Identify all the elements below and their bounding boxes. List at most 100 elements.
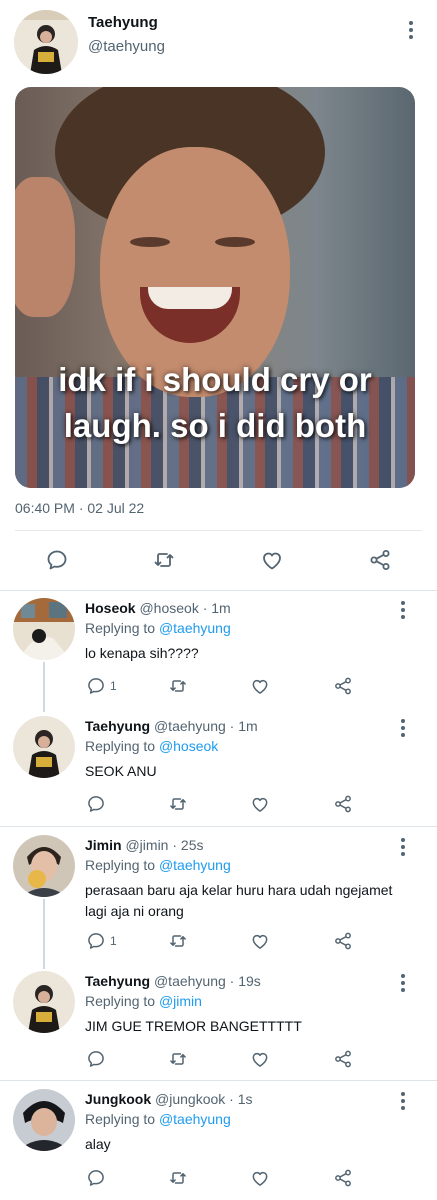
reply-count: 1 xyxy=(110,679,117,693)
like-button[interactable] xyxy=(250,930,270,952)
reply-button[interactable] xyxy=(86,793,106,815)
avatar-image xyxy=(13,1089,75,1151)
reply-button[interactable] xyxy=(86,1167,106,1189)
reply-author-name[interactable]: Taehyung xyxy=(85,973,150,989)
avatar[interactable] xyxy=(13,598,75,660)
replying-to-link[interactable]: @taehyung xyxy=(159,857,231,873)
share-button[interactable] xyxy=(333,793,353,815)
image-hand xyxy=(15,177,75,317)
retweet-icon xyxy=(170,798,186,810)
share-button[interactable] xyxy=(333,675,353,697)
more-options-icon[interactable] xyxy=(401,19,421,41)
replying-to: Replying to @jimin xyxy=(85,993,202,1009)
more-options-icon[interactable] xyxy=(393,1090,413,1112)
share-button[interactable] xyxy=(333,930,353,952)
like-button[interactable] xyxy=(258,546,286,574)
retweet-button[interactable] xyxy=(168,1167,188,1189)
reply-header: Jungkook @jungkook · 1s xyxy=(85,1091,253,1107)
heart-icon xyxy=(252,1171,268,1186)
retweet-icon xyxy=(170,1172,186,1184)
reply-author-name[interactable]: Jungkook xyxy=(85,1091,151,1107)
replying-to: Replying to @taehyung xyxy=(85,1111,231,1127)
replying-to-link[interactable]: @hoseok xyxy=(159,738,218,754)
share-button[interactable] xyxy=(366,546,394,574)
like-button[interactable] xyxy=(250,793,270,815)
reply-icon xyxy=(88,1170,104,1186)
avatar-image xyxy=(13,835,75,897)
reply-icon xyxy=(88,933,104,949)
reply-button[interactable] xyxy=(86,1048,106,1070)
more-options-icon[interactable] xyxy=(393,972,413,994)
main-tweet: Taehyung @taehyung idk if i should cry o… xyxy=(0,0,437,592)
retweet-icon xyxy=(154,553,174,567)
reply-author-name[interactable]: Taehyung xyxy=(85,718,150,734)
like-button[interactable] xyxy=(250,1048,270,1070)
reply-author-name[interactable]: Jimin xyxy=(85,837,122,853)
reply-text: JIM GUE TREMOR BANGETTTTT xyxy=(85,1018,302,1034)
share-button[interactable] xyxy=(333,1167,353,1189)
heart-icon xyxy=(252,797,268,812)
replying-to: Replying to @taehyung xyxy=(85,857,231,873)
reply-tweet[interactable]: Jimin @jimin · 25s Replying to @taehyung… xyxy=(0,827,437,969)
avatar[interactable] xyxy=(13,1089,75,1151)
reply-handle-time[interactable]: @hoseok · 1m xyxy=(139,600,230,616)
retweet-button[interactable] xyxy=(168,793,188,815)
replying-prefix: Replying to xyxy=(85,738,159,754)
retweet-icon xyxy=(170,680,186,692)
tweet-timestamp[interactable]: 06:40 PM · 02 Jul 22 xyxy=(15,500,144,516)
share-icon xyxy=(335,1169,351,1187)
thread-line xyxy=(43,899,45,969)
reply-icon xyxy=(88,796,104,812)
avatar[interactable] xyxy=(13,716,75,778)
more-options-icon[interactable] xyxy=(393,836,413,858)
author-name[interactable]: Taehyung xyxy=(88,14,158,31)
tweet-image[interactable]: idk if i should cry or laugh. so i did b… xyxy=(15,87,415,488)
avatar[interactable] xyxy=(14,10,78,74)
replying-prefix: Replying to xyxy=(85,857,159,873)
retweet-button[interactable] xyxy=(168,1048,188,1070)
reply-icon xyxy=(47,550,67,570)
avatar-image xyxy=(13,598,75,660)
reply-tweet[interactable]: Jungkook @jungkook · 1s Replying to @tae… xyxy=(0,1081,437,1200)
share-button[interactable] xyxy=(333,1048,353,1070)
more-options-icon[interactable] xyxy=(393,717,413,739)
author-handle[interactable]: @taehyung xyxy=(88,38,165,55)
retweet-icon xyxy=(170,935,186,947)
reply-handle-time[interactable]: @jungkook · 1s xyxy=(155,1091,252,1107)
avatar[interactable] xyxy=(13,835,75,897)
reply-text: lo kenapa sih???? xyxy=(85,645,199,661)
replying-to-link[interactable]: @jimin xyxy=(159,993,202,1009)
more-options-icon[interactable] xyxy=(393,599,413,621)
reply-handle-time[interactable]: @taehyung · 1m xyxy=(154,718,258,734)
retweet-icon xyxy=(170,1053,186,1065)
reply-header: Jimin @jimin · 25s xyxy=(85,837,203,853)
avatar[interactable] xyxy=(13,971,75,1033)
reply-tweet[interactable]: Taehyung @taehyung · 1m Replying to @hos… xyxy=(0,708,437,826)
replying-to-link[interactable]: @taehyung xyxy=(159,620,231,636)
replying-to-link[interactable]: @taehyung xyxy=(159,1111,231,1127)
reply-tweet[interactable]: Hoseok @hoseok · 1m Replying to @taehyun… xyxy=(0,590,437,712)
divider xyxy=(15,530,422,531)
retweet-button[interactable] xyxy=(168,675,188,697)
share-icon xyxy=(335,677,351,695)
replying-prefix: Replying to xyxy=(85,620,159,636)
reply-tweet[interactable]: Taehyung @taehyung · 19s Replying to @ji… xyxy=(0,963,437,1080)
reply-text: SEOK ANU xyxy=(85,763,157,779)
replying-to: Replying to @taehyung xyxy=(85,620,231,636)
reply-handle-time[interactable]: @taehyung · 19s xyxy=(154,973,261,989)
like-button[interactable] xyxy=(250,1167,270,1189)
reply-handle-time[interactable]: @jimin · 25s xyxy=(125,837,203,853)
reply-header: Taehyung @taehyung · 19s xyxy=(85,973,261,989)
retweet-button[interactable] xyxy=(150,546,178,574)
reply-icon xyxy=(88,678,104,694)
reply-header: Hoseok @hoseok · 1m xyxy=(85,600,231,616)
like-button[interactable] xyxy=(250,675,270,697)
avatar-image xyxy=(13,971,75,1033)
reply-author-name[interactable]: Hoseok xyxy=(85,600,136,616)
heart-icon xyxy=(252,934,268,949)
retweet-button[interactable] xyxy=(168,930,188,952)
replying-prefix: Replying to xyxy=(85,993,159,1009)
reply-button[interactable]: 1 xyxy=(86,675,117,697)
reply-button[interactable] xyxy=(43,546,71,574)
reply-button[interactable]: 1 xyxy=(86,930,117,952)
